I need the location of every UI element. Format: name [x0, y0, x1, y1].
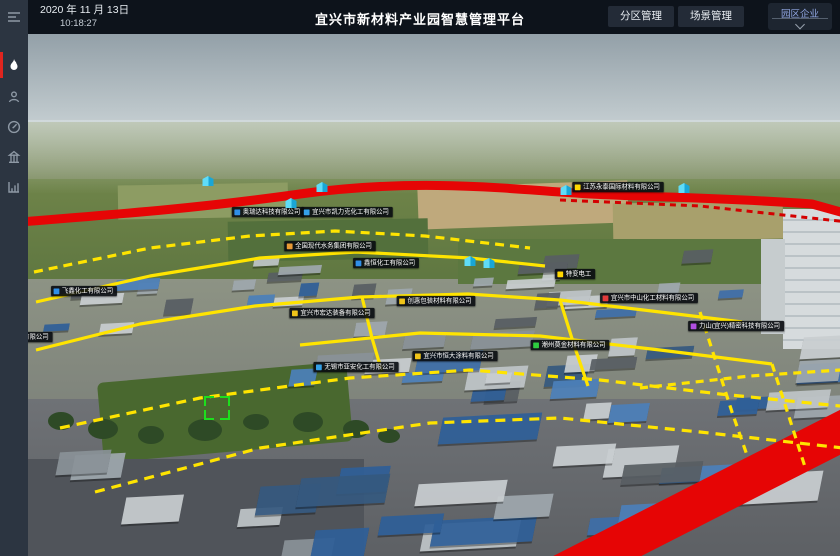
company-logo-icon [356, 260, 362, 266]
sidebar-item-statistics[interactable] [0, 174, 28, 200]
company-label[interactable]: 潮州莫金材料有限公司 [531, 340, 610, 350]
company-label[interactable]: 力山(宜兴)精密科技有限公司 [688, 321, 784, 331]
company-logo-icon [54, 288, 60, 294]
building-marker-icon[interactable] [561, 185, 572, 195]
sidebar-item-user[interactable] [0, 84, 28, 110]
company-label[interactable]: 飞鑫化工有限公司 [51, 286, 117, 296]
company-label-text: 无锡市亚安化工有限公司 [324, 364, 394, 370]
company-label[interactable]: 晶明新材料科技有限公司 [28, 332, 53, 342]
page-title: 宜兴市新材料产业园智慧管理平台 [315, 9, 525, 28]
company-label-text: 宜兴市宏达装备有限公司 [300, 310, 370, 316]
hamburger-menu-icon [7, 10, 21, 24]
company-label[interactable]: 无锡市亚安化工有限公司 [313, 362, 398, 372]
company-logo-icon [234, 209, 240, 215]
building-marker-icon[interactable] [484, 258, 495, 268]
company-label[interactable]: 江苏永泰国际材料有限公司 [572, 182, 664, 192]
company-logo-icon [287, 243, 293, 249]
sidebar-item-enterprise[interactable] [0, 144, 28, 170]
company-logo-icon [316, 364, 322, 370]
company-label-text: 飞鑫化工有限公司 [62, 288, 113, 294]
company-logo-icon [691, 323, 697, 329]
company-label[interactable]: 鑫恒化工有限公司 [353, 258, 419, 268]
sidebar-item-monitor[interactable] [0, 114, 28, 140]
chevron-down-icon [795, 20, 805, 30]
company-label-text: 特变电工 [566, 271, 592, 277]
company-label-text: 宜兴市中山化工材料有限公司 [611, 295, 694, 301]
company-label-text: 全国现代水务集团有限公司 [295, 243, 372, 249]
sidebar-item-menu[interactable] [0, 4, 28, 30]
time-label: 10:18:27 [60, 19, 97, 29]
company-label[interactable]: 宜兴市宏达装备有限公司 [289, 308, 374, 318]
map-viewport[interactable]: 奥瑞达科技有限公司 宜兴市凯力克化工有限公司全国现代水务集团有限公司鑫恒化工有限公… [28, 34, 840, 556]
company-label-text: 创惠包装材料有限公司 [408, 298, 472, 304]
company-logo-icon [557, 271, 563, 277]
company-label[interactable]: 特变电工 [555, 269, 595, 279]
building-marker-icon[interactable] [286, 198, 297, 208]
company-label-text: 江苏永泰国际材料有限公司 [583, 184, 660, 190]
building-marker-icon[interactable] [317, 182, 328, 192]
sidebar [0, 0, 28, 556]
sidebar-item-fire[interactable] [0, 52, 28, 78]
company-label-text: 力山(宜兴)精密科技有限公司 [699, 323, 780, 329]
company-logo-icon [575, 184, 581, 190]
factory-building-icon [7, 150, 21, 164]
scene-management-button[interactable]: 场景管理 [678, 6, 744, 27]
company-logo-icon [304, 209, 310, 215]
company-label[interactable]: 创惠包装材料有限公司 [397, 296, 476, 306]
company-logo-icon [415, 353, 421, 359]
company-label-text: 晶明新材料科技有限公司 [28, 334, 49, 340]
person-icon [7, 90, 21, 104]
partition-management-button[interactable]: 分区管理 [608, 6, 674, 27]
company-label[interactable]: 宜兴市中山化工材料有限公司 [600, 293, 698, 303]
company-label[interactable]: 奥瑞达科技有限公司 [232, 207, 304, 217]
company-logo-icon [292, 310, 298, 316]
building-marker-icon[interactable] [465, 256, 476, 266]
company-label-text: 潮州莫金材料有限公司 [542, 342, 606, 348]
building-marker-icon[interactable] [203, 176, 214, 186]
company-label-text: 鑫恒化工有限公司 [364, 260, 415, 266]
company-label-text: 宜兴市凯力克化工有限公司 [312, 209, 389, 215]
date-label: 2020 年 11 月 13日 [40, 5, 129, 16]
building-marker-icon[interactable] [679, 183, 690, 193]
company-logo-icon [399, 298, 405, 304]
flame-icon [7, 58, 21, 72]
gauge-icon [7, 120, 21, 134]
enterprise-dropdown[interactable]: 园区企业 [768, 3, 832, 30]
app-root: 2020 年 11 月 13日 10:18:27 宜兴市新材料产业园智慧管理平台… [0, 0, 840, 556]
top-header: 2020 年 11 月 13日 10:18:27 宜兴市新材料产业园智慧管理平台… [28, 0, 840, 34]
company-labels-layer: 奥瑞达科技有限公司 宜兴市凯力克化工有限公司全国现代水务集团有限公司鑫恒化工有限公… [28, 34, 840, 556]
bar-chart-icon [7, 180, 21, 194]
company-logo-icon [603, 295, 609, 301]
company-label[interactable]: 全国现代水务集团有限公司 [284, 241, 376, 251]
company-label[interactable]: 宜兴市恒大涂料有限公司 [412, 351, 497, 361]
company-label-text: 宜兴市恒大涂料有限公司 [423, 353, 493, 359]
company-logo-icon [533, 342, 539, 348]
company-label-text: 奥瑞达科技有限公司 [243, 209, 301, 215]
company-label[interactable]: 宜兴市凯力克化工有限公司 [301, 207, 393, 217]
